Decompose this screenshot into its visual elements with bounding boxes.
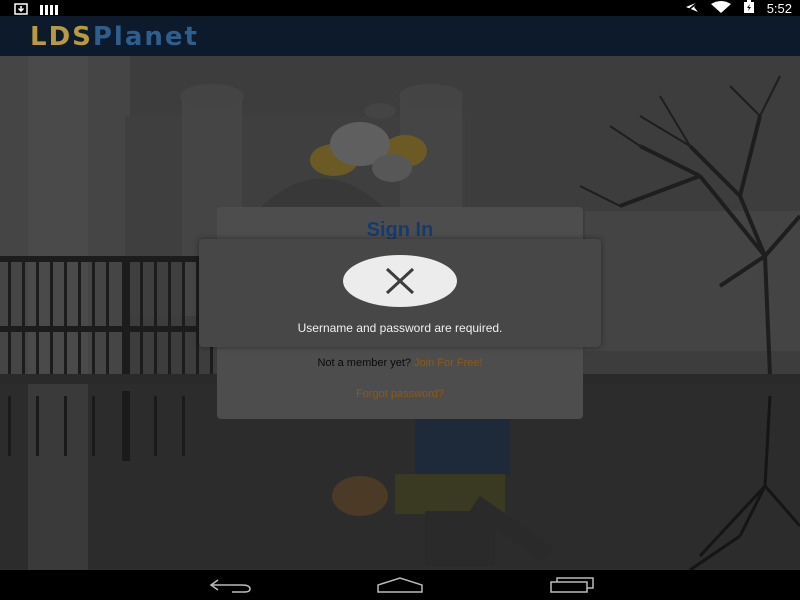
logo-planet-text: Planet	[92, 22, 199, 52]
error-message: Username and password are required.	[297, 321, 503, 335]
app-logo: LDSPlanet	[30, 22, 199, 52]
member-prompt-line: Not a member yet? Join For Free!	[217, 357, 583, 369]
wifi-icon	[710, 0, 731, 16]
home-icon	[377, 577, 423, 593]
close-icon	[385, 267, 415, 295]
navigation-bar	[0, 570, 800, 600]
error-dialog[interactable]: Username and password are required.	[199, 239, 601, 347]
logo-lds-text: LDS	[30, 22, 93, 52]
recents-icon	[550, 577, 594, 593]
recents-button[interactable]	[548, 575, 596, 595]
status-bar: 5:52	[0, 0, 800, 16]
status-time: 5:52	[766, 0, 792, 16]
forgot-password-link[interactable]: Forgot password?	[217, 388, 583, 400]
back-icon	[209, 579, 251, 593]
battery-icon	[743, 0, 755, 16]
error-icon-badge	[343, 255, 457, 307]
app-bar: LDSPlanet	[0, 16, 800, 56]
join-for-free-link[interactable]: Join For Free!	[414, 357, 482, 369]
airplane-mode-icon	[685, 0, 699, 16]
back-button[interactable]	[206, 575, 254, 595]
home-button[interactable]	[376, 575, 424, 595]
member-prompt-text: Not a member yet?	[317, 357, 411, 369]
